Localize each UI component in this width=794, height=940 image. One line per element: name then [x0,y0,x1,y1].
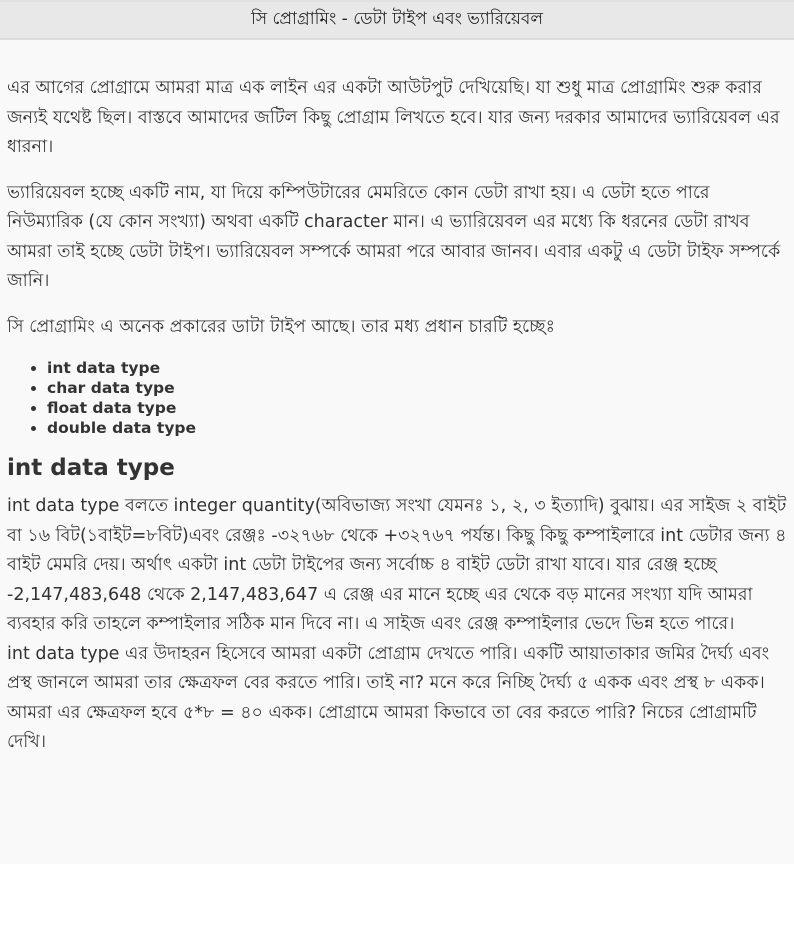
int-paragraph-2: int data type এর উদাহরন হিসেবে আমরা একটা… [7,643,770,753]
article-content: এর আগের প্রোগ্রামে আমরা মাত্র এক লাইন এর… [0,40,794,758]
list-item: int data type [47,358,787,378]
list-item: char data type [47,378,787,398]
intro-paragraph: এর আগের প্রোগ্রামে আমরা মাত্র এক লাইন এর… [7,78,780,157]
list-item: float data type [47,398,787,418]
page-title: সি প্রোগ্রামিং - ডেটা টাইপ এবং ভ্যারিয়ে… [250,9,544,29]
page-header: সি প্রোগ্রামিং - ডেটা টাইপ এবং ভ্যারিয়ে… [0,0,794,40]
page: সি প্রোগ্রামিং - ডেটা টাইপ এবং ভ্যারিয়ে… [0,0,794,864]
data-type-list: int data type char data type float data … [7,358,787,438]
list-item: double data type [47,418,787,438]
types-intro-paragraph: সি প্রোগ্রামিং এ অনেক প্রকারের ডাটা টাইপ… [7,316,555,337]
section-heading: int data type [7,455,175,481]
int-paragraph-1: int data type বলতে integer quantity(অবিভ… [7,496,787,634]
variable-paragraph: ভ্যারিয়েবল হচ্ছে একটি নাম, যা দিয়ে কম্… [7,182,781,292]
